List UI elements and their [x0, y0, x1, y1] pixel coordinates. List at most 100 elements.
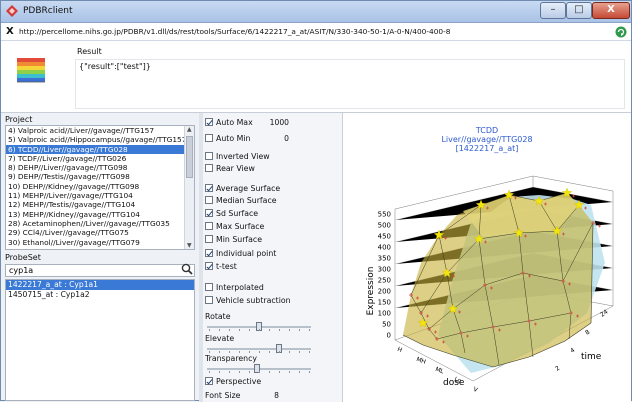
individual-point-box[interactable] — [205, 249, 213, 257]
auto-min-checkbox[interactable]: Auto Min — [205, 134, 250, 144]
t-test-label: t-test — [216, 262, 237, 271]
elevate-slider[interactable] — [205, 344, 313, 353]
project-list-item[interactable]: 30) Ethanol//Liver//gavage//TTG079 — [6, 238, 194, 247]
perspective-box[interactable] — [205, 377, 213, 385]
interpolated-box[interactable] — [205, 283, 213, 291]
surface-plot-pane[interactable]: TCDD Liver//gavage//TTG028 [1422217_a_at… — [343, 113, 631, 402]
auto-max-checkbox[interactable]: Auto Max — [205, 118, 253, 128]
url-text[interactable]: http://percellome.nihs.go.jp/PDBR/v1.dll… — [19, 27, 451, 36]
z-tick-label: 150 — [378, 299, 391, 307]
individual-point-label: Individual point — [216, 249, 277, 258]
font-size-value[interactable]: 8 — [263, 391, 279, 400]
vehicle-subtraction-box[interactable] — [205, 296, 213, 304]
close-window-button[interactable]: X — [592, 2, 630, 19]
refresh-icon[interactable] — [615, 26, 627, 38]
project-list-item[interactable]: 9) DEHP//Testis//gavage//TTG098 — [6, 172, 194, 181]
left-pane: Project ▲ ▼ 4) Valproic acid//Liver//gav… — [1, 113, 201, 402]
average-surface-layer — [402, 192, 594, 368]
auto-max-value[interactable]: 1000 — [263, 118, 289, 127]
time-tick-label: 24 — [599, 308, 609, 318]
z-tick-label: 550 — [378, 211, 391, 219]
slider-tick — [289, 329, 290, 331]
rear-view-box[interactable] — [205, 164, 213, 172]
elevate-label: Elevate — [205, 334, 235, 343]
scroll-down-icon[interactable]: ▼ — [187, 243, 192, 249]
z-tick-label: 50 — [382, 321, 391, 329]
close-url-icon[interactable]: X — [6, 26, 14, 37]
project-list-item[interactable]: 7) TCDF//Liver//gavage//TTG026 — [6, 154, 194, 163]
title-bar[interactable]: PDBRclient – □ X — [1, 1, 631, 23]
inverted-view-box[interactable] — [205, 152, 213, 160]
interpolated-checkbox[interactable]: Interpolated — [205, 283, 264, 293]
project-list-item[interactable]: 13) MEHP//Kidney//gavage//TTG104 — [6, 210, 194, 219]
result-label: Result — [77, 47, 102, 56]
maximize-button[interactable]: □ — [566, 2, 592, 19]
vehicle-subtraction-checkbox[interactable]: Vehicle subtraction — [205, 296, 291, 306]
surface-plot-3d[interactable]: TCDD Liver//gavage//TTG028 [1422217_a_at… — [343, 113, 631, 402]
min-surface-box[interactable] — [205, 235, 213, 243]
sd-surface-label: Sd Surface — [216, 209, 259, 218]
dose-tick-label: ML — [434, 366, 445, 376]
pdbr-app-icon — [6, 5, 18, 17]
t-test-box[interactable] — [205, 262, 213, 270]
individual-point-checkbox[interactable]: Individual point — [205, 249, 276, 259]
project-list-item[interactable]: 8) DEHP//Liver//gavage//TTG098 — [6, 163, 194, 172]
min-surface-checkbox[interactable]: Min Surface — [205, 235, 262, 245]
probeset-search-input[interactable] — [5, 264, 195, 277]
time-axis-label: time — [581, 352, 602, 362]
pdbrclient-window: PDBRclient – □ X X http://percellome.nih… — [0, 0, 632, 402]
slider-tick — [269, 371, 270, 373]
minimize-button[interactable]: – — [540, 2, 566, 19]
project-list-item[interactable]: 6) TCDD//Liver//gavage//TTG028 — [6, 144, 194, 154]
probeset-list-item[interactable]: 1422217_a_at : Cyp1a1 — [6, 280, 194, 290]
font-size-label: Font Size — [205, 391, 241, 400]
slider-tick — [249, 329, 250, 331]
rear-view-checkbox[interactable]: Rear View — [205, 164, 255, 174]
time-tick-label: 8 — [584, 329, 591, 337]
plot-title-line3: [1422217_a_at] — [456, 144, 519, 153]
project-list-item[interactable]: 10) DEHP//Kidney//gavage//TTG098 — [6, 182, 194, 191]
slider-tick — [309, 351, 310, 353]
search-icon[interactable] — [181, 263, 193, 275]
project-list[interactable]: ▲ ▼ 4) Valproic acid//Liver//gavage//TTG… — [5, 125, 195, 250]
sd-surface-box[interactable] — [205, 209, 213, 217]
slider-tick — [209, 329, 210, 331]
probeset-list[interactable]: 1422217_a_at : Cyp1a1 1450715_at : Cyp1a2 — [5, 279, 195, 401]
z-axis-ticks: 550500450400350300250200150100500 — [378, 211, 391, 340]
inverted-view-label: Inverted View — [216, 152, 270, 161]
project-scrollbar[interactable]: ▲ ▼ — [184, 126, 194, 249]
result-value: {"result":["test"]} — [79, 62, 151, 71]
project-label: Project — [5, 115, 33, 124]
slider-tick — [229, 351, 230, 353]
probeset-list-item[interactable]: 1450715_at : Cyp1a2 — [6, 290, 194, 300]
rotate-slider[interactable] — [205, 322, 313, 331]
max-surface-box[interactable] — [205, 222, 213, 230]
vehicle-subtraction-label: Vehicle subtraction — [216, 296, 291, 305]
average-surface-box[interactable] — [205, 184, 213, 192]
sd-surface-checkbox[interactable]: Sd Surface — [205, 209, 258, 219]
z-tick-label: 500 — [378, 222, 391, 230]
transparency-slider[interactable] — [205, 364, 313, 373]
project-list-item[interactable]: 28) Acetaminophen//Liver//gavage//TTG035 — [6, 219, 194, 228]
dose-tick-label: V — [472, 386, 479, 394]
scroll-up-icon[interactable]: ▲ — [187, 127, 192, 133]
inverted-view-checkbox[interactable]: Inverted View — [205, 152, 270, 162]
auto-min-box[interactable] — [205, 134, 213, 142]
median-surface-checkbox[interactable]: Median Surface — [205, 196, 277, 206]
max-surface-checkbox[interactable]: Max Surface — [205, 222, 264, 232]
project-scroll-thumb[interactable] — [186, 136, 193, 178]
perspective-checkbox[interactable]: Perspective — [205, 377, 261, 387]
project-list-item[interactable]: 12) MEHP//Testis//gavage//TTG104 — [6, 200, 194, 209]
plot-title-line2: Liver//gavage//TTG028 — [441, 135, 532, 144]
slider-tick — [299, 329, 300, 331]
auto-min-value[interactable]: 0 — [263, 134, 289, 143]
average-surface-checkbox[interactable]: Average Surface — [205, 184, 280, 194]
auto-max-box[interactable] — [205, 118, 213, 126]
slider-tick — [209, 371, 210, 373]
median-surface-box[interactable] — [205, 196, 213, 204]
t-test-checkbox[interactable]: t-test — [205, 262, 237, 272]
project-list-item[interactable]: 29) CCl4//Liver//gavage//TTG075 — [6, 228, 194, 237]
project-list-item[interactable]: 11) MEHP//Liver//gavage//TTG104 — [6, 191, 194, 200]
project-list-item[interactable]: 4) Valproic acid//Liver//gavage//TTG157 — [6, 126, 194, 135]
project-list-item[interactable]: 5) Valproic acid//Hippocampus//gavage//T… — [6, 135, 194, 144]
